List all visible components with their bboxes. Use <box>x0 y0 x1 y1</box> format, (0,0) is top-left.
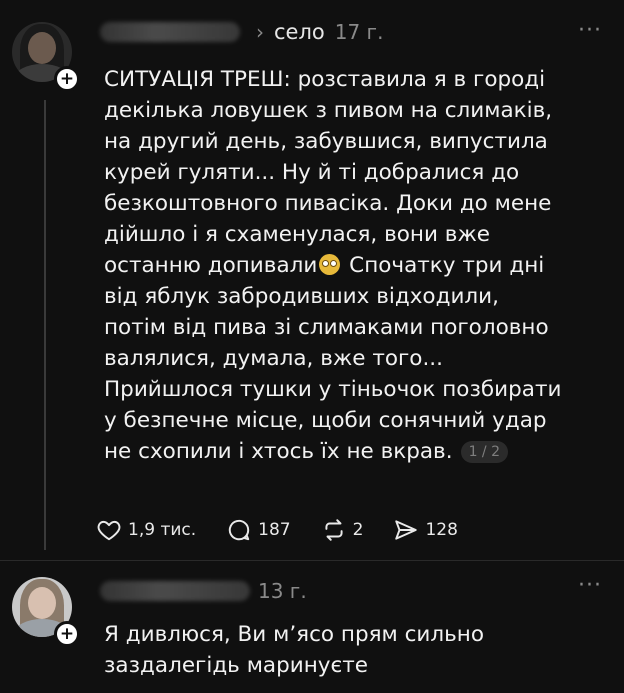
reposts-count: 2 <box>352 520 364 540</box>
post-text-line: на другий день, забувшися, випустила <box>104 129 548 154</box>
post-text-line: валялися, думала, вже того... <box>104 346 443 371</box>
shares-count: 128 <box>425 520 458 540</box>
flushed-face-emoji-icon <box>319 254 341 275</box>
heart-icon <box>97 520 121 541</box>
page-indicator-badge: 1 / 2 <box>460 441 509 463</box>
reply-text: Я дивлюся, Ви м’ясо прям сильно заздалег… <box>104 619 604 681</box>
likes-count: 1,9 тис. <box>128 520 197 540</box>
send-icon <box>395 520 418 540</box>
post-text-fragment: Спочатку три дні <box>342 253 545 278</box>
post-text-line: дійшло і я схаменулася, вони вже <box>104 222 491 247</box>
post-actions-bar: 1,9 тис. 187 2 128 <box>96 515 488 545</box>
share-button[interactable]: 128 <box>393 517 458 543</box>
comments-count: 187 <box>258 520 291 540</box>
thread-line <box>44 100 46 550</box>
reply-meta: 13 г. <box>258 579 307 603</box>
main-post: + › село 17 г. ··· СИТУАЦІЯ ТРЕШ: розстави… <box>0 0 624 560</box>
chevron-right-icon: › <box>256 20 264 44</box>
more-options-icon[interactable]: ··· <box>578 573 602 598</box>
comment-bubble-icon <box>229 519 250 541</box>
post-text-fragment: останню допивали <box>104 253 318 278</box>
post-text-line: Прийшлося тушки у тіньочок позбирати <box>104 377 562 402</box>
post-time: 17 г. <box>334 20 384 44</box>
post-text-line: декілька ловушек з пивом на слимаків, <box>104 98 553 123</box>
repost-button[interactable]: 2 <box>321 517 364 543</box>
post-text-fragment: не схопили і хтось їх не вкрав. <box>104 439 453 464</box>
follow-plus-icon[interactable]: + <box>54 621 80 647</box>
reply-text-line: Я дивлюся, Ви м’ясо прям сильно <box>104 622 485 647</box>
follow-plus-icon[interactable]: + <box>54 66 80 92</box>
post-text-line: курей гуляти... Ну й ті добралися до <box>104 160 520 185</box>
post-text-line: СИТУАЦІЯ ТРЕШ: розставила я в городі <box>104 67 546 92</box>
post-text-line: не схопили і хтось їх не вкрав. 1 / 2 <box>104 436 604 467</box>
post-text-line: безкоштовного пивасіка. Доки до мене <box>104 191 552 216</box>
like-button[interactable]: 1,9 тис. <box>96 517 196 543</box>
post-text: СИТУАЦІЯ ТРЕШ: розставила я в городі дек… <box>104 64 604 467</box>
post-meta: › село 17 г. <box>256 20 383 44</box>
comment-button[interactable]: 187 <box>226 517 291 543</box>
reply-time: 13 г. <box>258 579 307 603</box>
post-text-line: у безпечне місце, щоби сонячний удар <box>104 408 547 433</box>
reply-text-line: заздалегідь маринуєте <box>104 653 369 678</box>
repost-icon <box>325 519 343 541</box>
reply-username-blurred[interactable] <box>100 581 250 601</box>
post-text-line: від яблук забродивших відходили, <box>104 284 499 309</box>
author-username-blurred[interactable] <box>100 22 240 42</box>
post-text-line: потім від пива зі слимаками поголовно <box>104 315 549 340</box>
more-options-icon[interactable]: ··· <box>578 18 602 43</box>
community-name[interactable]: село <box>274 20 325 44</box>
reply-post: + 13 г. ··· Я дивлюся, Ви м’ясо прям сил… <box>0 561 624 693</box>
post-text-line: останню допивали Спочатку три дні <box>104 250 604 281</box>
